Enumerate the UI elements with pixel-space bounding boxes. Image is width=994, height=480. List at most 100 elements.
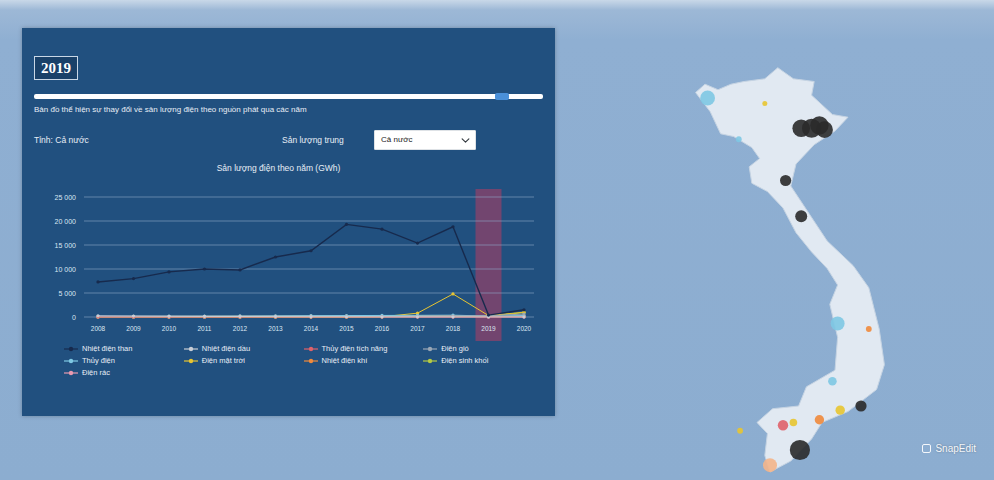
data-point[interactable] <box>380 315 383 318</box>
data-point[interactable] <box>309 249 312 252</box>
data-point[interactable] <box>345 315 348 318</box>
data-point[interactable] <box>416 315 419 318</box>
data-point[interactable] <box>167 315 170 318</box>
data-point[interactable] <box>203 314 206 317</box>
region-select[interactable]: Cả nước <box>374 130 476 150</box>
data-point[interactable] <box>274 315 277 318</box>
data-point[interactable] <box>132 315 135 318</box>
legend-item[interactable]: Nhiệt điện dầu <box>184 343 304 355</box>
data-point[interactable] <box>309 315 312 318</box>
data-point[interactable] <box>132 315 135 318</box>
data-point[interactable] <box>167 315 170 318</box>
data-point[interactable] <box>274 315 277 318</box>
data-point[interactable] <box>203 315 206 318</box>
data-point[interactable] <box>380 315 383 318</box>
data-point[interactable] <box>132 315 135 318</box>
data-point[interactable] <box>451 315 454 318</box>
data-point[interactable] <box>345 314 348 317</box>
legend-item[interactable]: Nhiệt điện khí <box>304 355 424 367</box>
data-point[interactable] <box>522 308 525 311</box>
plant-marker[interactable] <box>737 428 743 434</box>
data-point[interactable] <box>309 315 312 318</box>
legend-item[interactable]: Thủy điện tích năng <box>304 343 424 355</box>
plant-marker[interactable] <box>780 175 791 186</box>
data-point[interactable] <box>96 314 99 317</box>
data-point[interactable] <box>345 223 348 226</box>
data-point[interactable] <box>380 315 383 318</box>
year-slider[interactable] <box>34 94 543 99</box>
data-point[interactable] <box>451 315 454 318</box>
data-point[interactable] <box>167 315 170 318</box>
data-point[interactable] <box>309 315 312 318</box>
data-point[interactable] <box>522 315 525 318</box>
data-point[interactable] <box>380 315 383 318</box>
data-point[interactable] <box>380 315 383 318</box>
data-point[interactable] <box>451 292 454 295</box>
data-point[interactable] <box>238 314 241 317</box>
data-point[interactable] <box>167 315 170 318</box>
plant-marker[interactable] <box>778 420 788 430</box>
legend-item[interactable]: Thủy điện <box>64 355 184 367</box>
data-point[interactable] <box>416 315 419 318</box>
data-point[interactable] <box>345 315 348 318</box>
data-point[interactable] <box>274 315 277 318</box>
data-point[interactable] <box>274 315 277 318</box>
data-point[interactable] <box>203 315 206 318</box>
plant-marker[interactable] <box>736 136 742 142</box>
legend-item[interactable]: Nhiệt điện than <box>64 343 184 355</box>
data-point[interactable] <box>238 315 241 318</box>
legend-item[interactable]: Điện rác <box>64 367 184 379</box>
slider-thumb[interactable] <box>495 93 509 100</box>
data-point[interactable] <box>274 314 277 317</box>
plant-marker[interactable] <box>700 91 715 106</box>
data-point[interactable] <box>451 314 454 317</box>
plant-marker[interactable] <box>855 400 866 411</box>
data-point[interactable] <box>132 277 135 280</box>
legend-item[interactable]: Điện mặt trời <box>184 355 304 367</box>
data-point[interactable] <box>132 315 135 318</box>
plant-marker[interactable] <box>828 377 837 386</box>
data-point[interactable] <box>238 315 241 318</box>
data-point[interactable] <box>132 315 135 318</box>
plant-marker[interactable] <box>790 440 810 460</box>
legend-item[interactable]: Điện sinh khối <box>423 355 543 367</box>
data-point[interactable] <box>238 315 241 318</box>
data-point[interactable] <box>96 315 99 318</box>
data-point[interactable] <box>203 315 206 318</box>
data-point[interactable] <box>132 314 135 317</box>
data-point[interactable] <box>380 228 383 231</box>
data-point[interactable] <box>274 314 277 317</box>
data-point[interactable] <box>167 315 170 318</box>
data-point[interactable] <box>203 267 206 270</box>
data-point[interactable] <box>309 315 312 318</box>
plant-marker[interactable] <box>815 415 824 424</box>
data-point[interactable] <box>274 315 277 318</box>
data-point[interactable] <box>167 270 170 273</box>
data-point[interactable] <box>167 315 170 318</box>
data-point[interactable] <box>451 225 454 228</box>
data-point[interactable] <box>309 315 312 318</box>
plant-marker[interactable] <box>836 405 845 414</box>
data-point[interactable] <box>238 268 241 271</box>
data-point[interactable] <box>451 315 454 318</box>
data-point[interactable] <box>380 315 383 318</box>
plant-marker[interactable] <box>762 101 767 106</box>
data-point[interactable] <box>487 314 490 317</box>
plant-marker[interactable] <box>816 121 833 138</box>
data-point[interactable] <box>238 315 241 318</box>
data-point[interactable] <box>416 315 419 318</box>
data-point[interactable] <box>274 255 277 258</box>
plant-marker[interactable] <box>790 419 798 427</box>
data-point[interactable] <box>522 315 525 318</box>
data-point[interactable] <box>132 315 135 318</box>
data-point[interactable] <box>345 315 348 318</box>
data-point[interactable] <box>451 315 454 318</box>
plant-marker[interactable] <box>795 210 807 222</box>
legend-item[interactable]: Điện gió <box>423 343 543 355</box>
data-point[interactable] <box>345 315 348 318</box>
data-point[interactable] <box>522 313 525 316</box>
data-point[interactable] <box>309 314 312 317</box>
data-point[interactable] <box>487 313 490 316</box>
data-point[interactable] <box>345 315 348 318</box>
data-point[interactable] <box>345 315 348 318</box>
